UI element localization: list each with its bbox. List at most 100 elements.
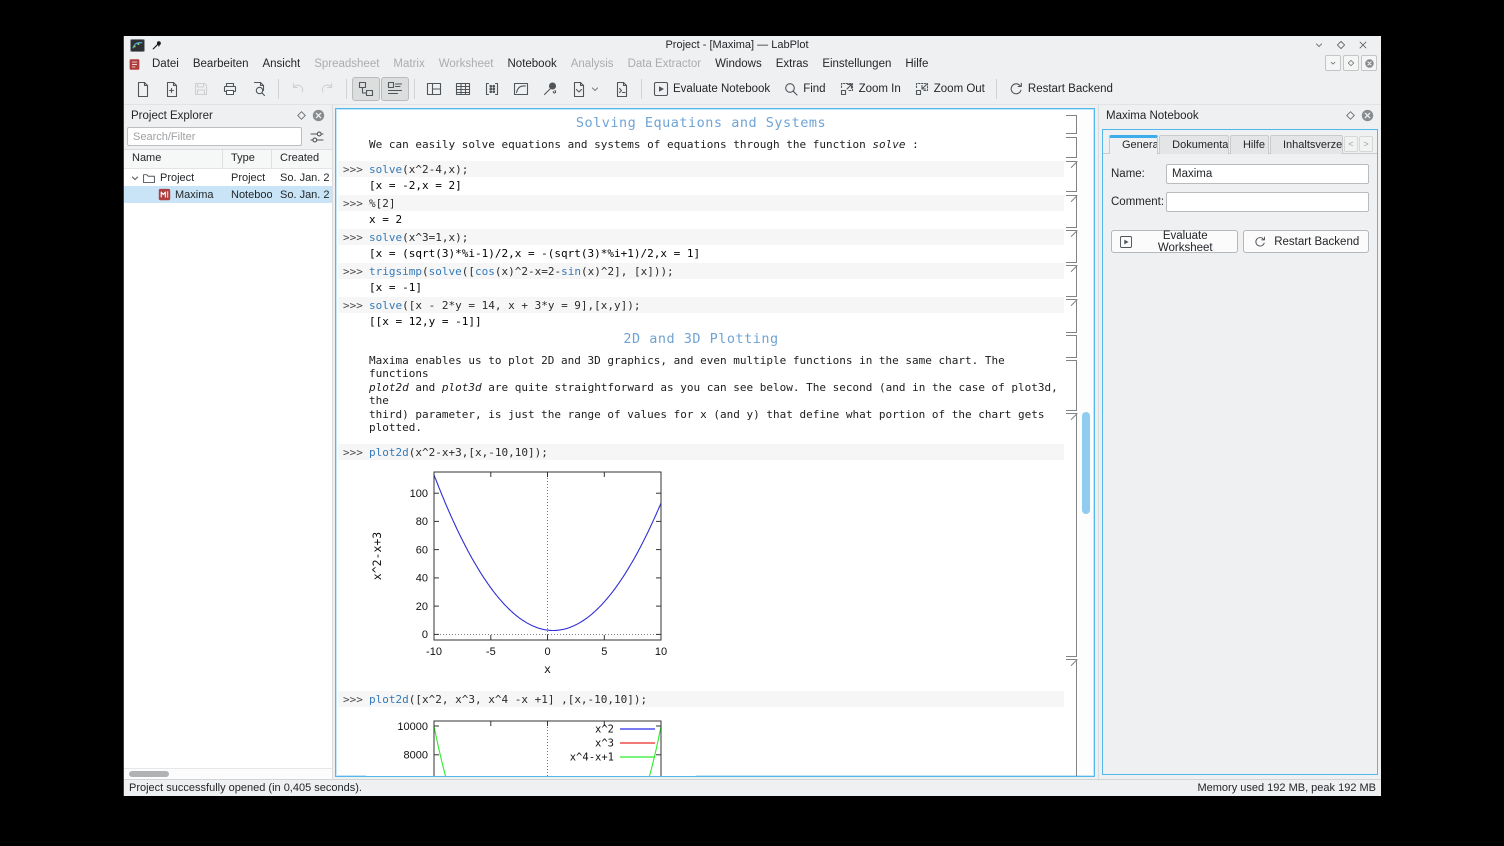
tab-hilfe[interactable]: Hilfe [1229, 135, 1269, 154]
menu-notebook[interactable]: Notebook [501, 56, 564, 72]
command-code[interactable]: trigsimp(solve([cos(x)^2-x=2-sin(x)^2], … [369, 265, 1064, 278]
pin-icon[interactable] [151, 39, 163, 52]
cell-bracket[interactable] [1066, 137, 1077, 158]
open-project-button[interactable] [158, 77, 186, 101]
vertical-scrollbar[interactable] [1079, 110, 1093, 775]
undo-button[interactable] [284, 77, 312, 101]
new-datapicker-button[interactable] [536, 77, 564, 101]
comment-field[interactable] [1166, 192, 1369, 212]
mdi-minimize-button[interactable] [1325, 55, 1341, 71]
column-header-type[interactable]: Type [223, 150, 272, 168]
print-button[interactable] [216, 77, 244, 101]
evaluate-worksheet-button[interactable]: Evaluate Worksheet [1111, 230, 1238, 254]
new-project-button[interactable] [129, 77, 157, 101]
expander-icon[interactable] [128, 173, 142, 183]
svg-text:-5: -5 [486, 646, 496, 658]
new-notebook-button[interactable] [565, 77, 607, 101]
cell-bracket[interactable] [1066, 413, 1078, 657]
float-dock-icon[interactable] [296, 110, 307, 121]
command-cell[interactable]: >>> plot2d([x^2, x^3, x^4 -x +1] ,[x,-10,… [338, 690, 1064, 707]
cell-bracket[interactable] [1066, 195, 1078, 228]
svg-text:0: 0 [544, 646, 550, 658]
filter-options-button[interactable] [305, 127, 329, 146]
command-cell[interactable]: >>> solve(x^3=1,x); [338, 228, 1064, 245]
command-cell[interactable]: >>> solve([x - 2*y = 14, x + 3*y = 9],[x,… [338, 296, 1064, 313]
document-icon [128, 58, 141, 71]
menu-extras[interactable]: Extras [769, 56, 816, 72]
zoom-in-button[interactable]: Zoom In [833, 77, 907, 101]
toggle-project-explorer-button[interactable] [352, 77, 380, 101]
mdi-restore-button[interactable] [1343, 55, 1359, 71]
column-header-created[interactable]: Created [272, 150, 332, 168]
cell-bracket[interactable] [1066, 115, 1077, 134]
command-code[interactable]: %[2] [369, 197, 1064, 210]
svg-text:x^3: x^3 [595, 737, 614, 749]
new-matrix-button[interactable] [478, 77, 506, 101]
command-code[interactable]: plot2d([x^2, x^3, x^4 -x +1] ,[x,-10,10]… [369, 693, 1064, 706]
tree-row-maxima[interactable]: Maxima Notebook So. Jan. 2 18: [124, 186, 332, 203]
column-header-name[interactable]: Name [124, 150, 223, 168]
new-worksheet-button[interactable] [507, 77, 535, 101]
float-dock-icon[interactable] [1345, 110, 1356, 121]
cell-bracket[interactable] [1066, 335, 1077, 358]
command-code[interactable]: solve(x^3=1,x); [369, 231, 1064, 244]
scrollbar-thumb[interactable] [1082, 412, 1090, 514]
svg-text:10: 10 [655, 646, 667, 658]
statusbar: Project successfully opened (in 0,405 se… [124, 779, 1381, 796]
redo-button[interactable] [313, 77, 341, 101]
cell-bracket[interactable] [1066, 230, 1078, 263]
command-cell[interactable]: >>> %[2] [338, 194, 1064, 211]
menu-bearbeiten[interactable]: Bearbeiten [186, 56, 256, 72]
minimize-button[interactable] [1311, 38, 1327, 52]
maximize-button[interactable] [1333, 38, 1349, 52]
zoom-out-button[interactable]: Zoom Out [908, 77, 991, 101]
command-cell[interactable]: >>> solve(x^2-4,x); [338, 160, 1064, 177]
chevron-down-icon [589, 83, 601, 95]
menu-einstellungen[interactable]: Einstellungen [815, 56, 898, 72]
menu-ansicht[interactable]: Ansicht [255, 56, 307, 72]
command-code[interactable]: solve([x - 2*y = 14, x + 3*y = 9],[x,y])… [369, 299, 1064, 312]
close-button[interactable] [1355, 38, 1371, 52]
mdi-close-button[interactable] [1361, 55, 1377, 71]
tab-inhaltsverzeichn[interactable]: Inhaltsverzeichn [1269, 135, 1343, 154]
close-dock-icon[interactable] [1361, 109, 1374, 122]
scrollbar-thumb[interactable] [129, 771, 169, 777]
name-field[interactable] [1166, 164, 1369, 184]
new-spreadsheet-button[interactable] [449, 77, 477, 101]
text-cell[interactable]: Maxima enables us to plot 2D and 3D grap… [338, 354, 1064, 435]
cell-bracket[interactable] [1066, 299, 1078, 333]
cell-bracket[interactable] [1066, 360, 1077, 411]
find-button[interactable]: Find [777, 77, 831, 101]
command-cell[interactable]: >>> plot2d(x^2-x+3,[x,-10,10]); [338, 443, 1064, 460]
menu-datei[interactable]: Datei [145, 56, 186, 72]
tab-dokumentation[interactable]: Dokumentation [1159, 135, 1229, 154]
restart-backend-icon [1253, 235, 1267, 249]
svg-text:0: 0 [422, 629, 428, 641]
new-script-button[interactable] [608, 77, 636, 101]
command-cell[interactable]: >>> trigsimp(solve([cos(x)^2-x=2-sin(x)^2… [338, 262, 1064, 279]
cell-bracket[interactable] [1066, 161, 1078, 192]
menu-windows[interactable]: Windows [708, 56, 769, 72]
svg-text:10000: 10000 [397, 720, 428, 732]
text-cell[interactable]: We can easily solve equations and system… [338, 138, 1064, 152]
command-code[interactable]: solve(x^2-4,x); [369, 163, 1064, 176]
command-code[interactable]: plot2d(x^2-x+3,[x,-10,10]); [369, 446, 1064, 459]
cell-bracket[interactable] [1066, 265, 1078, 297]
memory-usage: Memory used 192 MB, peak 192 MB [1197, 782, 1376, 794]
tab-scroll-left-button[interactable]: < [1344, 135, 1358, 152]
save-button[interactable] [187, 77, 215, 101]
tab-scroll-right-button[interactable]: > [1359, 135, 1373, 152]
restart-backend-button[interactable]: Restart Backend [1242, 230, 1369, 253]
tree-row-project[interactable]: Project Project So. Jan. 2 18: [124, 169, 332, 186]
toggle-properties-button[interactable] [381, 77, 409, 101]
menu-hilfe[interactable]: Hilfe [898, 56, 935, 72]
close-dock-icon[interactable] [312, 109, 325, 122]
restart-backend-button[interactable]: Restart Backend [1002, 77, 1119, 101]
print-preview-button[interactable] [245, 77, 273, 101]
search-input[interactable] [127, 127, 302, 146]
horizontal-scrollbar[interactable] [124, 768, 332, 779]
cell-bracket[interactable] [1066, 659, 1078, 776]
evaluate-button[interactable]: Evaluate Notebook [647, 77, 776, 101]
new-workbook-button[interactable] [420, 77, 448, 101]
tab-general[interactable]: General [1109, 135, 1159, 154]
